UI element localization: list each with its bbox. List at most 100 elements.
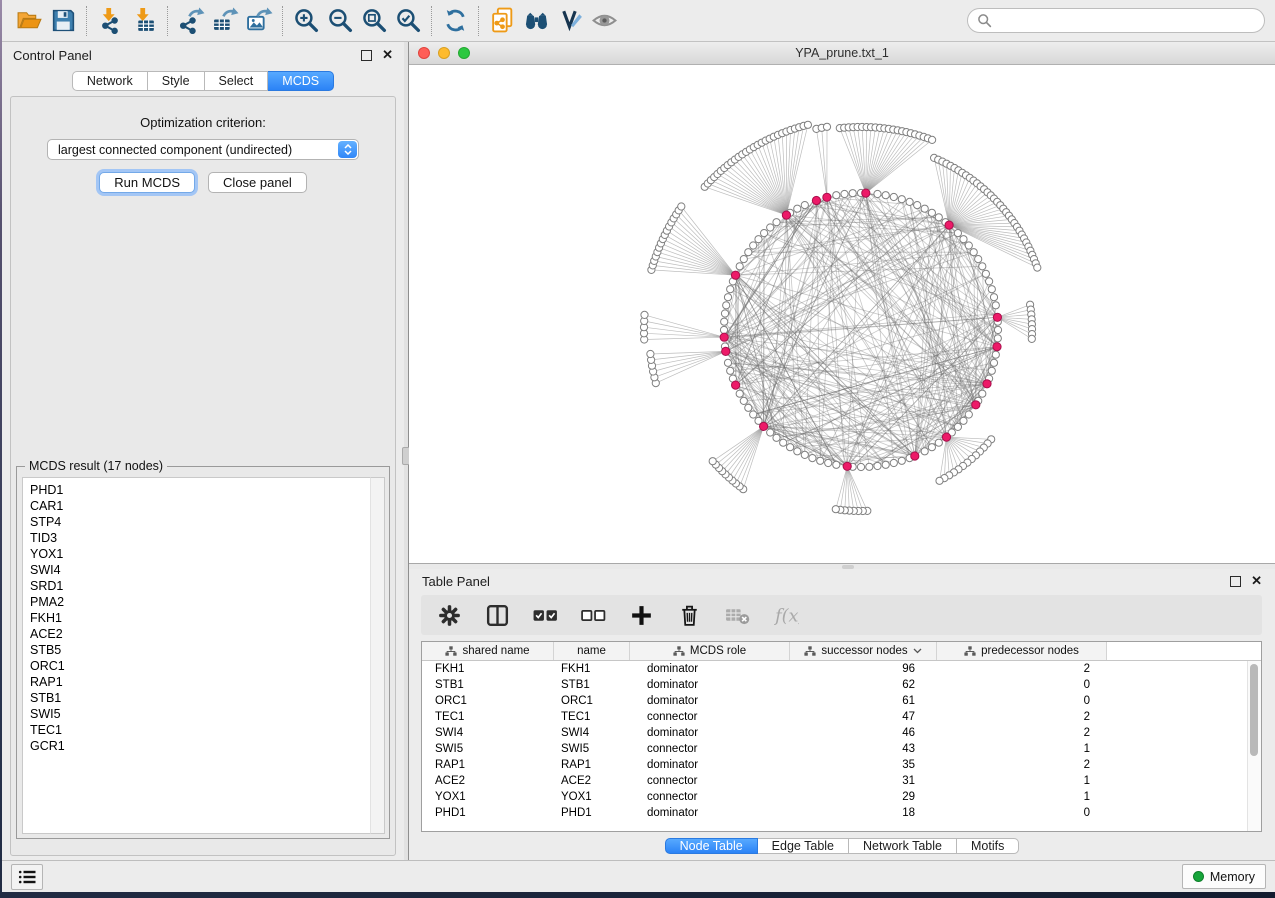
table-row[interactable]: FKH1FKH1dominator962: [422, 661, 1261, 677]
show-columns-button[interactable]: [484, 602, 511, 629]
show-hide-panels-button[interactable]: [587, 5, 621, 37]
cell-successor_nodes: 62: [790, 679, 937, 691]
table-row[interactable]: PHD1PHD1dominator180: [422, 805, 1261, 821]
add-column-button[interactable]: [628, 602, 655, 629]
function-builder-button: f(x): [772, 602, 799, 629]
float-panel-icon[interactable]: [361, 50, 372, 61]
close-panel-icon[interactable]: ✕: [1251, 576, 1262, 586]
mcds-result-item[interactable]: TID3: [30, 530, 384, 546]
mcds-result-item[interactable]: SWI5: [30, 706, 384, 722]
clone-network-button[interactable]: [485, 5, 519, 37]
memory-button[interactable]: Memory: [1182, 864, 1266, 889]
table-row[interactable]: ACE2ACE2connector311: [422, 773, 1261, 789]
tab-mcds[interactable]: MCDS: [268, 71, 334, 91]
refresh-button[interactable]: [438, 5, 472, 37]
mcds-result-item[interactable]: YOX1: [30, 546, 384, 562]
table-row[interactable]: RAP1RAP1dominator352: [422, 757, 1261, 773]
toggle-graphics-details-button[interactable]: [553, 5, 587, 37]
network-graph[interactable]: [409, 65, 1275, 563]
deselect-all-button[interactable]: [580, 602, 607, 629]
column-header-filler: [1107, 642, 1261, 660]
tab-node-table[interactable]: Node Table: [665, 838, 758, 854]
criterion-dropdown[interactable]: largest connected component (undirected): [47, 139, 359, 160]
select-all-button[interactable]: [532, 602, 559, 629]
horizontal-splitter[interactable]: [409, 564, 1275, 569]
import-table-button[interactable]: [127, 5, 161, 37]
table-row[interactable]: YOX1YOX1connector291: [422, 789, 1261, 805]
float-panel-icon[interactable]: [1230, 576, 1241, 587]
column-header-predecessor-nodes[interactable]: predecessor nodes: [937, 642, 1107, 660]
scrollbar-thumb[interactable]: [1250, 664, 1258, 756]
column-header-MCDS-role[interactable]: MCDS role: [630, 642, 790, 660]
open-file-button[interactable]: [12, 5, 46, 37]
mcds-result-item[interactable]: SWI4: [30, 562, 384, 578]
mcds-result-item[interactable]: GCR1: [30, 738, 384, 754]
tab-network-table[interactable]: Network Table: [849, 838, 957, 854]
mcds-result-item[interactable]: STB1: [30, 690, 384, 706]
cell-predecessor_nodes: 0: [937, 807, 1107, 819]
mcds-result-item[interactable]: CAR1: [30, 498, 384, 514]
close-panel-button[interactable]: Close panel: [208, 172, 307, 193]
mcds-result-item[interactable]: STB5: [30, 642, 384, 658]
zoom-out-button[interactable]: [323, 5, 357, 37]
table-scrollbar[interactable]: [1247, 661, 1261, 831]
mcds-result-list[interactable]: PHD1CAR1STP4TID3YOX1SWI4SRD1PMA2FKH1ACE2…: [22, 477, 385, 834]
zoom-fit-button[interactable]: [357, 5, 391, 37]
export-table-icon: [212, 7, 239, 34]
network-canvas[interactable]: [409, 65, 1275, 563]
mcds-result-item[interactable]: SRD1: [30, 578, 384, 594]
export-image-button[interactable]: [242, 5, 276, 37]
search-box[interactable]: [967, 8, 1265, 33]
table-settings-button[interactable]: [436, 602, 463, 629]
table-row[interactable]: STB1STB1dominator620: [422, 677, 1261, 693]
table-header-row: shared namenameMCDS rolesuccessor nodesp…: [422, 642, 1261, 661]
export-network-button[interactable]: [174, 5, 208, 37]
run-mcds-button[interactable]: Run MCDS: [99, 172, 195, 193]
tab-motifs[interactable]: Motifs: [957, 838, 1019, 854]
column-header-name[interactable]: name: [554, 642, 630, 660]
mcds-result-item[interactable]: ORC1: [30, 658, 384, 674]
tab-network[interactable]: Network: [72, 71, 148, 91]
table-row[interactable]: ORC1ORC1dominator610: [422, 693, 1261, 709]
zoom-in-button[interactable]: [289, 5, 323, 37]
cell-name: TEC1: [554, 711, 630, 723]
mcds-result-item[interactable]: STP4: [30, 514, 384, 530]
mcds-result-title: MCDS result (17 nodes): [25, 459, 167, 473]
search-network-button[interactable]: [519, 5, 553, 37]
task-list-icon: [18, 869, 36, 885]
table-row[interactable]: TEC1TEC1connector472: [422, 709, 1261, 725]
save-session-icon: [50, 7, 77, 34]
mcds-list-scrollbar[interactable]: [370, 477, 385, 834]
column-header-shared-name[interactable]: shared name: [422, 642, 554, 660]
cell-predecessor_nodes: 2: [937, 759, 1107, 771]
table-row[interactable]: SWI4SWI4dominator462: [422, 725, 1261, 741]
tab-style[interactable]: Style: [148, 71, 205, 91]
task-history-button[interactable]: [11, 864, 43, 890]
delete-column-button[interactable]: [676, 602, 703, 629]
mcds-result-item[interactable]: PHD1: [30, 482, 384, 498]
tab-select[interactable]: Select: [205, 71, 269, 91]
mcds-result-item[interactable]: TEC1: [30, 722, 384, 738]
mcds-result-item[interactable]: FKH1: [30, 610, 384, 626]
right-column: YPA_prune.txt_1 Table Panel ✕ f(x): [409, 42, 1275, 860]
close-panel-icon[interactable]: ✕: [382, 50, 393, 60]
table-tabs: Node TableEdge TableNetwork TableMotifs: [409, 832, 1275, 860]
import-table-icon: [131, 7, 158, 34]
cell-successor_nodes: 43: [790, 743, 937, 755]
mcds-result-item[interactable]: PMA2: [30, 594, 384, 610]
cell-name: SWI4: [554, 727, 630, 739]
zoom-selected-button[interactable]: [391, 5, 425, 37]
cell-mcds_role: dominator: [630, 679, 790, 691]
import-network-button[interactable]: [93, 5, 127, 37]
table-row[interactable]: SWI5SWI5connector431: [422, 741, 1261, 757]
search-input[interactable]: [997, 13, 1255, 29]
splitter-grip[interactable]: [842, 565, 854, 569]
tab-edge-table[interactable]: Edge Table: [758, 838, 849, 854]
mcds-result-item[interactable]: RAP1: [30, 674, 384, 690]
table-panel-titlebar: Table Panel ✕: [409, 569, 1275, 593]
cell-mcds_role: connector: [630, 743, 790, 755]
column-header-successor-nodes[interactable]: successor nodes: [790, 642, 937, 660]
export-table-button[interactable]: [208, 5, 242, 37]
save-session-button[interactable]: [46, 5, 80, 37]
mcds-result-item[interactable]: ACE2: [30, 626, 384, 642]
